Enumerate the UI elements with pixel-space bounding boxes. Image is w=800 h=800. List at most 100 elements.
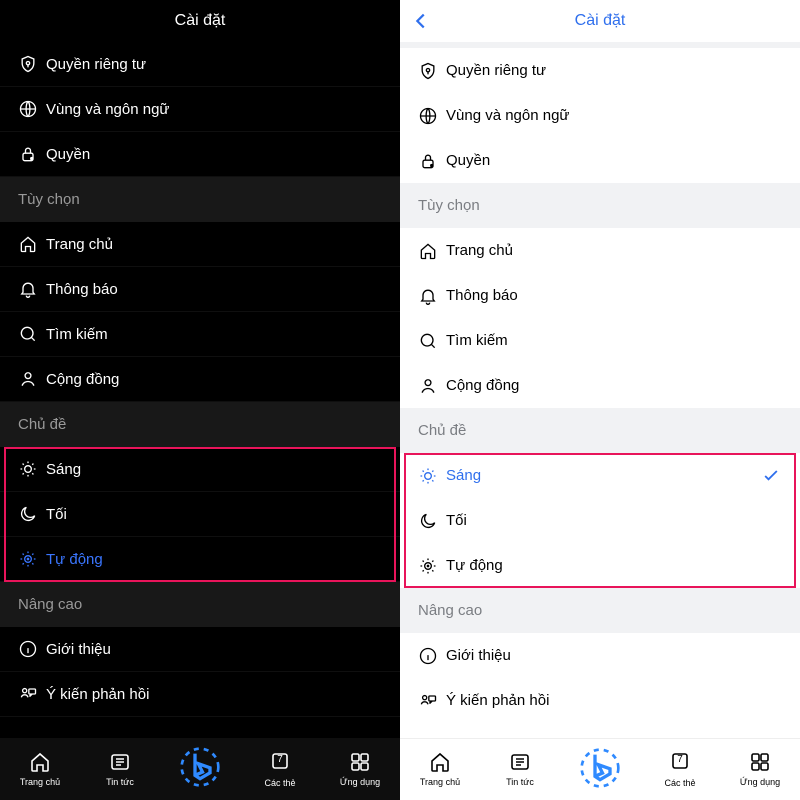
row-label: Quyền riêng tư — [46, 56, 382, 73]
row-region[interactable]: Vùng và ngôn ngữ — [400, 93, 800, 138]
row-about[interactable]: Giới thiệu — [0, 627, 400, 672]
section-preferences: Tùy chọn — [0, 177, 400, 222]
theme-dark[interactable]: Tối — [400, 498, 800, 543]
tab-label: Trang chủ — [420, 777, 460, 787]
row-home[interactable]: Trang chủ — [0, 222, 400, 267]
tab-cards[interactable]: 7 Các thẻ — [250, 749, 310, 788]
row-label: Quyền — [46, 146, 382, 163]
tab-cards[interactable]: 7 Các thẻ — [650, 749, 710, 788]
tab-label: Tin tức — [506, 777, 534, 787]
sun-icon — [418, 466, 446, 486]
row-privacy[interactable]: Quyền riêng tư — [400, 48, 800, 93]
row-home[interactable]: Trang chủ — [400, 228, 800, 273]
check-icon — [360, 549, 382, 569]
row-permissions[interactable]: Quyền — [400, 138, 800, 183]
search-icon — [18, 324, 46, 344]
tab-apps[interactable]: Ứng dụng — [330, 750, 390, 787]
row-search[interactable]: Tìm kiếm — [0, 312, 400, 357]
row-label: Vùng và ngôn ngữ — [46, 101, 382, 118]
row-label: Vùng và ngôn ngữ — [446, 107, 782, 124]
row-label: Tối — [446, 512, 760, 529]
section-theme: Chủ đề — [0, 402, 400, 447]
row-privacy[interactable]: Quyền riêng tư — [0, 42, 400, 87]
row-permissions[interactable]: Quyền — [0, 132, 400, 177]
header: Cài đặt — [400, 0, 800, 42]
section-advanced: Nâng cao — [400, 588, 800, 633]
person-icon — [18, 369, 46, 389]
tab-label: Các thẻ — [664, 778, 695, 788]
cards-icon: 7 — [668, 749, 692, 775]
back-button[interactable] — [410, 0, 432, 42]
row-label: Sáng — [446, 467, 760, 484]
row-notifications[interactable]: Thông báo — [0, 267, 400, 312]
row-search[interactable]: Tìm kiếm — [400, 318, 800, 363]
row-label: Giới thiệu — [46, 641, 382, 658]
auto-icon — [18, 549, 46, 569]
check-icon — [760, 466, 782, 486]
tab-label: Tin tức — [106, 777, 134, 787]
info-icon — [418, 646, 446, 666]
person-icon — [418, 376, 446, 396]
tab-home[interactable]: Trang chủ — [10, 750, 70, 787]
theme-auto[interactable]: Tự động — [400, 543, 800, 588]
row-community[interactable]: Cộng đồng — [0, 357, 400, 402]
info-icon — [18, 639, 46, 659]
auto-icon — [418, 556, 446, 576]
row-feedback[interactable]: Ý kiến phản hồi — [400, 678, 800, 723]
bing-icon — [180, 747, 220, 789]
theme-light[interactable]: Sáng — [400, 453, 800, 498]
home-icon — [18, 234, 46, 254]
tab-label: Trang chủ — [20, 777, 60, 787]
section-advanced: Nâng cao — [0, 582, 400, 627]
row-label: Tự động — [446, 557, 760, 574]
lock-icon — [18, 144, 46, 164]
row-community[interactable]: Cộng đồng — [400, 363, 800, 408]
row-about[interactable]: Giới thiệu — [400, 633, 800, 678]
row-label: Thông báo — [46, 281, 382, 298]
settings-list: Quyền riêng tư Vùng và ngôn ngữ Quyền Tù… — [400, 42, 800, 738]
shield-lock-icon — [18, 54, 46, 74]
moon-icon — [18, 504, 46, 524]
tabbar: Trang chủ Tin tức 7 Các thẻ Ứng dụng — [400, 738, 800, 800]
row-notifications[interactable]: Thông báo — [400, 273, 800, 318]
row-label: Tìm kiếm — [446, 332, 782, 349]
feedback-icon — [18, 684, 46, 704]
section-preferences: Tùy chọn — [400, 183, 800, 228]
row-label: Ý kiến phản hồi — [446, 692, 782, 709]
theme-dark[interactable]: Tối — [0, 492, 400, 537]
settings-list: Quyền riêng tư Vùng và ngôn ngữ Quyền Tù… — [0, 42, 400, 738]
tab-badge: 7 — [268, 754, 292, 765]
tab-badge: 7 — [668, 754, 692, 765]
row-region[interactable]: Vùng và ngôn ngữ — [0, 87, 400, 132]
bell-icon — [18, 279, 46, 299]
row-feedback[interactable]: Ý kiến phản hồi — [0, 672, 400, 717]
theme-auto[interactable]: Tự động — [0, 537, 400, 582]
row-label: Trang chủ — [446, 242, 782, 259]
row-label: Quyền riêng tư — [446, 62, 782, 79]
globe-icon — [418, 106, 446, 126]
theme-light[interactable]: Sáng — [0, 447, 400, 492]
header: Cài đặt — [0, 0, 400, 42]
row-label: Trang chủ — [46, 236, 382, 253]
phone-dark: Cài đặt Quyền riêng tư Vùng và ngôn ngữ … — [0, 0, 400, 800]
row-label: Quyền — [446, 152, 782, 169]
moon-icon — [418, 511, 446, 531]
bell-icon — [418, 286, 446, 306]
row-label: Tìm kiếm — [46, 326, 382, 343]
row-label: Giới thiệu — [446, 647, 782, 664]
tab-home[interactable]: Trang chủ — [410, 750, 470, 787]
row-label: Thông báo — [446, 287, 782, 304]
tab-news[interactable]: Tin tức — [90, 750, 150, 787]
tab-label: Các thẻ — [264, 778, 295, 788]
tab-bing[interactable] — [570, 748, 630, 790]
tab-apps[interactable]: Ứng dụng — [730, 750, 790, 787]
tab-news[interactable]: Tin tức — [490, 750, 550, 787]
row-label: Ý kiến phản hồi — [46, 686, 382, 703]
row-label: Tự động — [46, 551, 360, 568]
section-theme: Chủ đề — [400, 408, 800, 453]
row-label: Cộng đồng — [46, 371, 382, 388]
lock-icon — [418, 151, 446, 171]
tab-bing[interactable] — [170, 747, 230, 789]
feedback-icon — [418, 691, 446, 711]
tab-label: Ứng dụng — [740, 777, 780, 787]
